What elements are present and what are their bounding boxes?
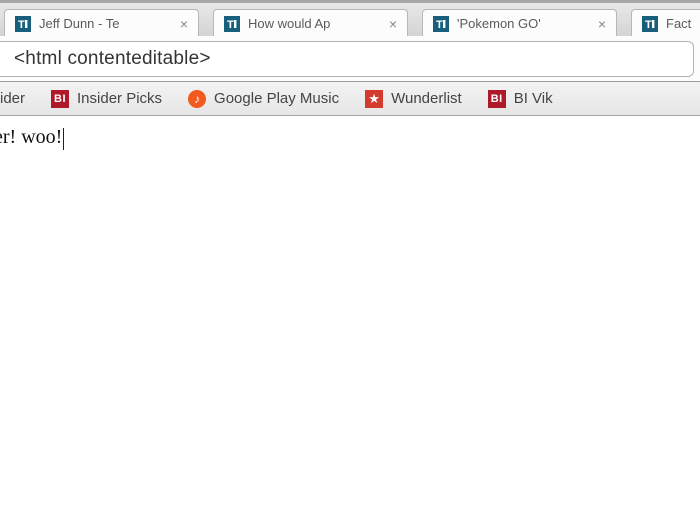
- svg-text:T: T: [645, 19, 652, 31]
- browser-tab[interactable]: T How would Ap ×: [213, 9, 408, 36]
- close-icon[interactable]: ×: [598, 17, 606, 31]
- tab-title: How would Ap: [248, 16, 381, 31]
- bookmark-label: BI Vik: [514, 90, 553, 107]
- text-caret-icon: [63, 128, 64, 150]
- bookmark-wunderlist[interactable]: ★ Wunderlist: [365, 90, 462, 108]
- close-icon[interactable]: ×: [389, 17, 397, 31]
- bookmark-label: Google Play Music: [214, 90, 339, 107]
- browser-tab[interactable]: T Jeff Dunn - Te ×: [4, 9, 199, 36]
- ti-favicon: T: [15, 16, 31, 32]
- tab-title: Fact: [666, 16, 700, 31]
- ti-favicon: T: [433, 16, 449, 32]
- bookmark-bi-vik[interactable]: BI BI Vik: [488, 90, 553, 108]
- tab-title: 'Pokemon GO': [457, 16, 590, 31]
- ti-favicon: T: [224, 16, 240, 32]
- bi-icon: BI: [51, 90, 69, 108]
- bookmarks-bar: ider BI Insider Picks ♪ Google Play Musi…: [0, 82, 700, 116]
- svg-text:T: T: [227, 19, 234, 31]
- editable-text[interactable]: er! woo!: [0, 126, 62, 148]
- tab-title: Jeff Dunn - Te: [39, 16, 172, 31]
- bookmark-label: Insider Picks: [77, 90, 162, 107]
- address-bar[interactable]: <html contenteditable>: [0, 41, 694, 77]
- ti-favicon: T: [642, 16, 658, 32]
- browser-tab[interactable]: T 'Pokemon GO' ×: [422, 9, 617, 36]
- svg-text:T: T: [436, 19, 443, 31]
- bookmark-ider[interactable]: ider: [0, 90, 25, 107]
- music-note-icon: ♪: [188, 90, 206, 108]
- bookmark-label: ider: [0, 90, 25, 107]
- tab-strip: T Jeff Dunn - Te × T How would Ap × T 'P…: [0, 0, 700, 36]
- svg-text:T: T: [18, 19, 25, 31]
- browser-tab[interactable]: T Fact: [631, 9, 700, 36]
- page-content[interactable]: er! woo!: [0, 116, 700, 525]
- address-bar-text: <html contenteditable>: [14, 48, 211, 70]
- bookmark-google-play-music[interactable]: ♪ Google Play Music: [188, 90, 339, 108]
- address-bar-row: <html contenteditable>: [0, 36, 700, 82]
- close-icon[interactable]: ×: [180, 17, 188, 31]
- star-icon: ★: [365, 90, 383, 108]
- bookmark-label: Wunderlist: [391, 90, 462, 107]
- bookmark-insider-picks[interactable]: BI Insider Picks: [51, 90, 162, 108]
- bi-icon: BI: [488, 90, 506, 108]
